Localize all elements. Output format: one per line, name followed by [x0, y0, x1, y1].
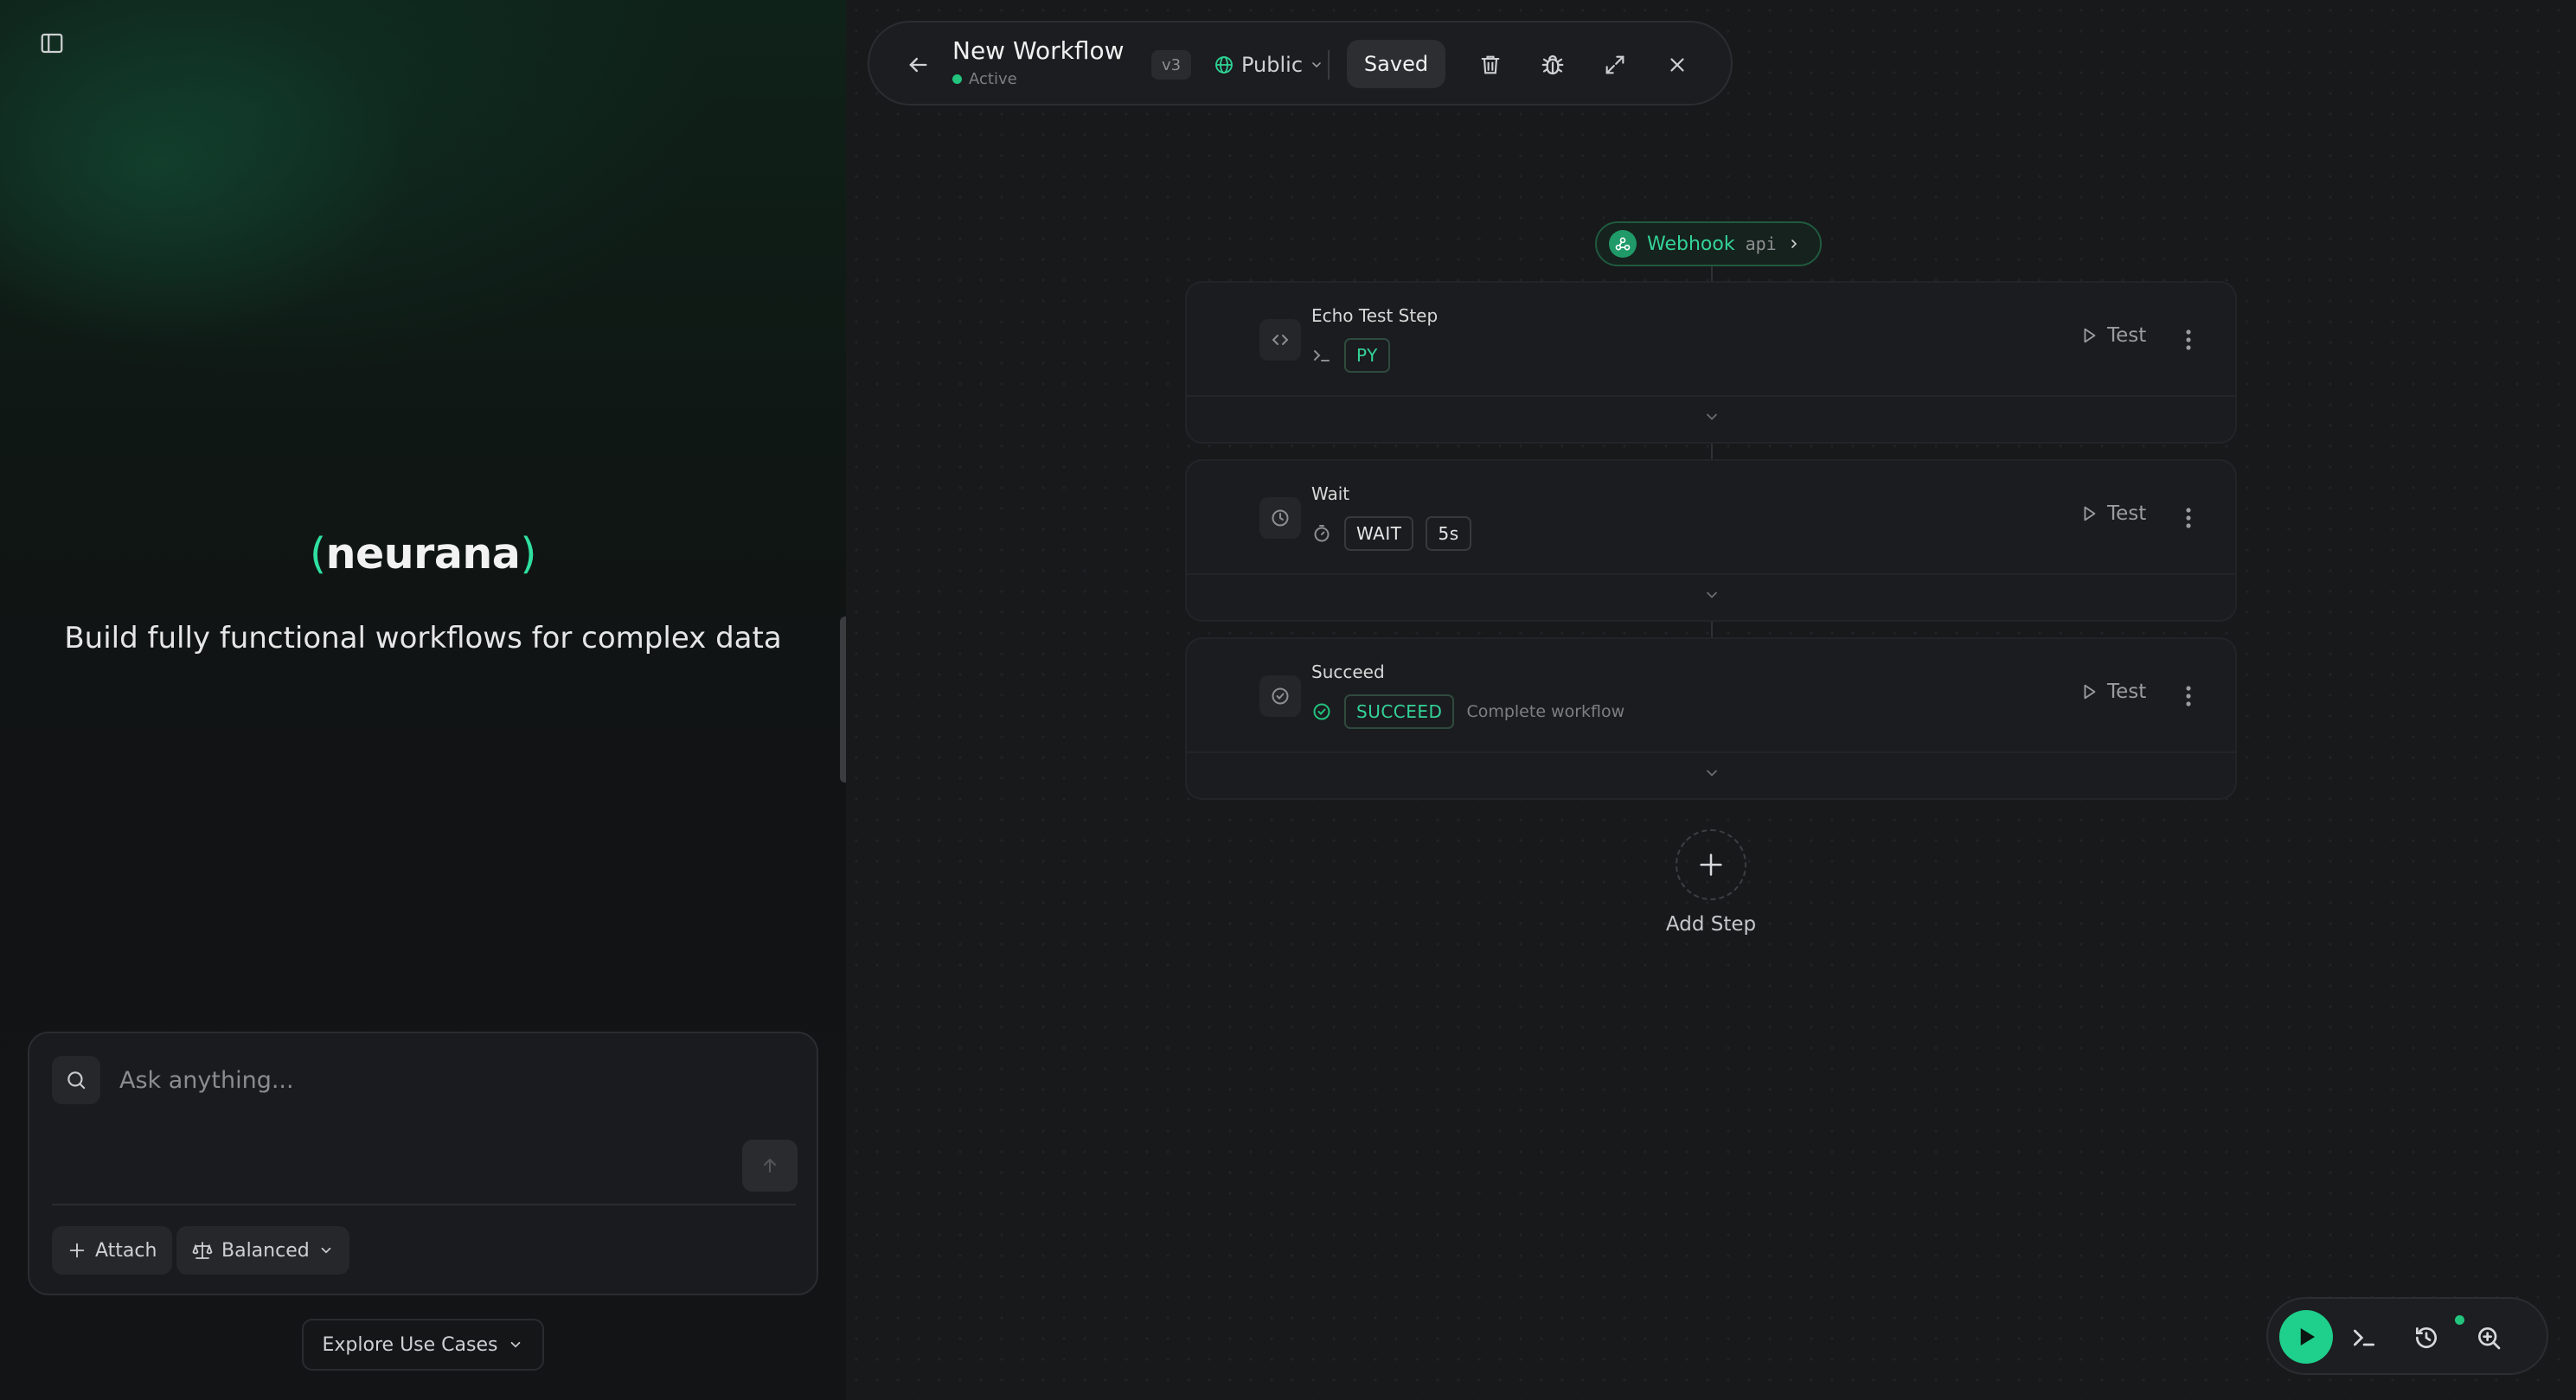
add-step-label: Add Step: [1665, 913, 1757, 936]
chevron-down-icon: [511, 1341, 521, 1348]
trigger-label: Webhook: [1647, 233, 1735, 255]
step-description: Complete workflow: [1466, 702, 1625, 721]
brand-logo: (neurana): [0, 529, 846, 579]
step-divider: [1187, 573, 2235, 575]
send-button[interactable]: [742, 1140, 798, 1192]
sidebar-toggle-icon[interactable]: [35, 26, 69, 61]
close-icon[interactable]: [1660, 48, 1695, 82]
webhook-trigger[interactable]: Webhook api: [1595, 221, 1822, 266]
scale-icon: [192, 1242, 213, 1259]
step-meta: WAIT 5s: [1311, 516, 1471, 551]
workflow-title[interactable]: New Workflow: [952, 36, 1125, 65]
attach-button[interactable]: Attach: [52, 1226, 173, 1275]
test-label: Test: [2107, 502, 2147, 525]
chat-composer: Attach Balanced: [28, 1032, 818, 1295]
history-icon[interactable]: [2409, 1320, 2444, 1355]
step-meta: SUCCEED Complete workflow: [1311, 694, 1624, 729]
play-outline-icon: [2084, 506, 2096, 521]
step-meta: PY: [1311, 338, 1390, 373]
expand-icon[interactable]: [1598, 48, 1632, 82]
header-divider: [1328, 50, 1330, 80]
clock-icon: [1259, 497, 1301, 539]
chevron-down-icon: [321, 1247, 331, 1254]
step-divider: [1187, 395, 2235, 397]
workflow-status: Active: [952, 70, 1017, 88]
add-step-button[interactable]: [1676, 829, 1746, 900]
more-vertical-icon[interactable]: [2180, 501, 2197, 535]
mode-select[interactable]: Balanced: [176, 1226, 349, 1275]
test-label: Test: [2107, 681, 2147, 703]
chevron-down-icon[interactable]: [1699, 404, 1725, 430]
more-vertical-icon[interactable]: [2180, 679, 2197, 713]
step-name: Wait: [1311, 483, 1350, 504]
chevron-right-icon: [1791, 240, 1797, 248]
search-icon: [52, 1056, 100, 1104]
language-badge: PY: [1344, 338, 1390, 373]
attach-label: Attach: [95, 1239, 157, 1262]
chevron-down-icon[interactable]: [1699, 760, 1725, 786]
visibility-select[interactable]: Public: [1214, 48, 1323, 81]
timer-icon: [1314, 525, 1330, 542]
test-step-button[interactable]: Test: [2079, 681, 2146, 703]
tagline: Build fully functional workflows for com…: [64, 621, 782, 655]
plus-icon: [1700, 853, 1722, 876]
chat-panel: (neurana) Build fully functional workflo…: [0, 0, 846, 1400]
webhook-icon: [1609, 230, 1637, 258]
duration-badge: 5s: [1426, 516, 1471, 551]
status-dot: [952, 74, 962, 84]
chevron-down-icon[interactable]: [1699, 582, 1725, 608]
trigger-type: api: [1745, 233, 1777, 254]
code-icon: [1259, 319, 1301, 361]
brand-name: neurana: [325, 529, 521, 579]
workflow-step[interactable]: Succeed SUCCEED Complete workflow Test: [1185, 637, 2237, 800]
zoom-in-icon[interactable]: [2471, 1320, 2506, 1355]
globe-icon: [1215, 56, 1233, 74]
workflow-step[interactable]: Wait WAIT 5s Test: [1185, 459, 2237, 622]
brand-paren-close: ): [520, 529, 536, 579]
connector-line: [1711, 266, 1713, 282]
composer-divider: [52, 1204, 796, 1205]
panel-scrollbar[interactable]: [840, 617, 846, 783]
check-circle-icon: [1259, 675, 1301, 717]
test-step-button[interactable]: Test: [2079, 324, 2146, 347]
workflow-header: New Workflow Active v3 Public Saved: [868, 21, 1733, 105]
check-circle-icon: [1313, 703, 1330, 720]
history-notification-dot: [2455, 1315, 2464, 1325]
test-step-button[interactable]: Test: [2079, 502, 2146, 525]
terminal-icon[interactable]: [2347, 1320, 2381, 1355]
plus-icon: [69, 1243, 85, 1258]
explore-label: Explore Use Cases: [322, 1333, 498, 1356]
mode-label: Balanced: [221, 1239, 310, 1262]
chevron-down-icon: [1312, 62, 1321, 68]
run-workflow-button[interactable]: [2279, 1310, 2333, 1364]
step-type-badge: WAIT: [1344, 516, 1414, 551]
version-badge: v3: [1151, 50, 1191, 80]
trash-icon[interactable]: [1473, 48, 1508, 82]
play-outline-icon: [2084, 684, 2096, 700]
terminal-icon: [1314, 350, 1330, 361]
more-vertical-icon[interactable]: [2180, 323, 2197, 357]
step-type-badge: SUCCEED: [1344, 694, 1455, 729]
save-button[interactable]: Saved: [1347, 40, 1445, 88]
step-name: Succeed: [1311, 662, 1385, 682]
step-name: Echo Test Step: [1311, 305, 1439, 326]
play-outline-icon: [2084, 328, 2096, 343]
back-arrow-icon[interactable]: [900, 48, 935, 82]
step-divider: [1187, 751, 2235, 753]
canvas-toolbar: [2266, 1297, 2548, 1375]
bug-icon[interactable]: [1535, 48, 1570, 82]
workflow-step[interactable]: Echo Test Step PY Test: [1185, 281, 2237, 444]
brand-paren-open: (: [310, 529, 326, 579]
explore-use-cases-button[interactable]: Explore Use Cases: [302, 1319, 544, 1371]
status-label: Active: [969, 70, 1017, 88]
play-icon: [2300, 1328, 2315, 1346]
chat-input[interactable]: [119, 1054, 777, 1106]
visibility-label: Public: [1241, 53, 1304, 77]
arrow-up-icon: [764, 1158, 776, 1173]
test-label: Test: [2107, 324, 2147, 347]
